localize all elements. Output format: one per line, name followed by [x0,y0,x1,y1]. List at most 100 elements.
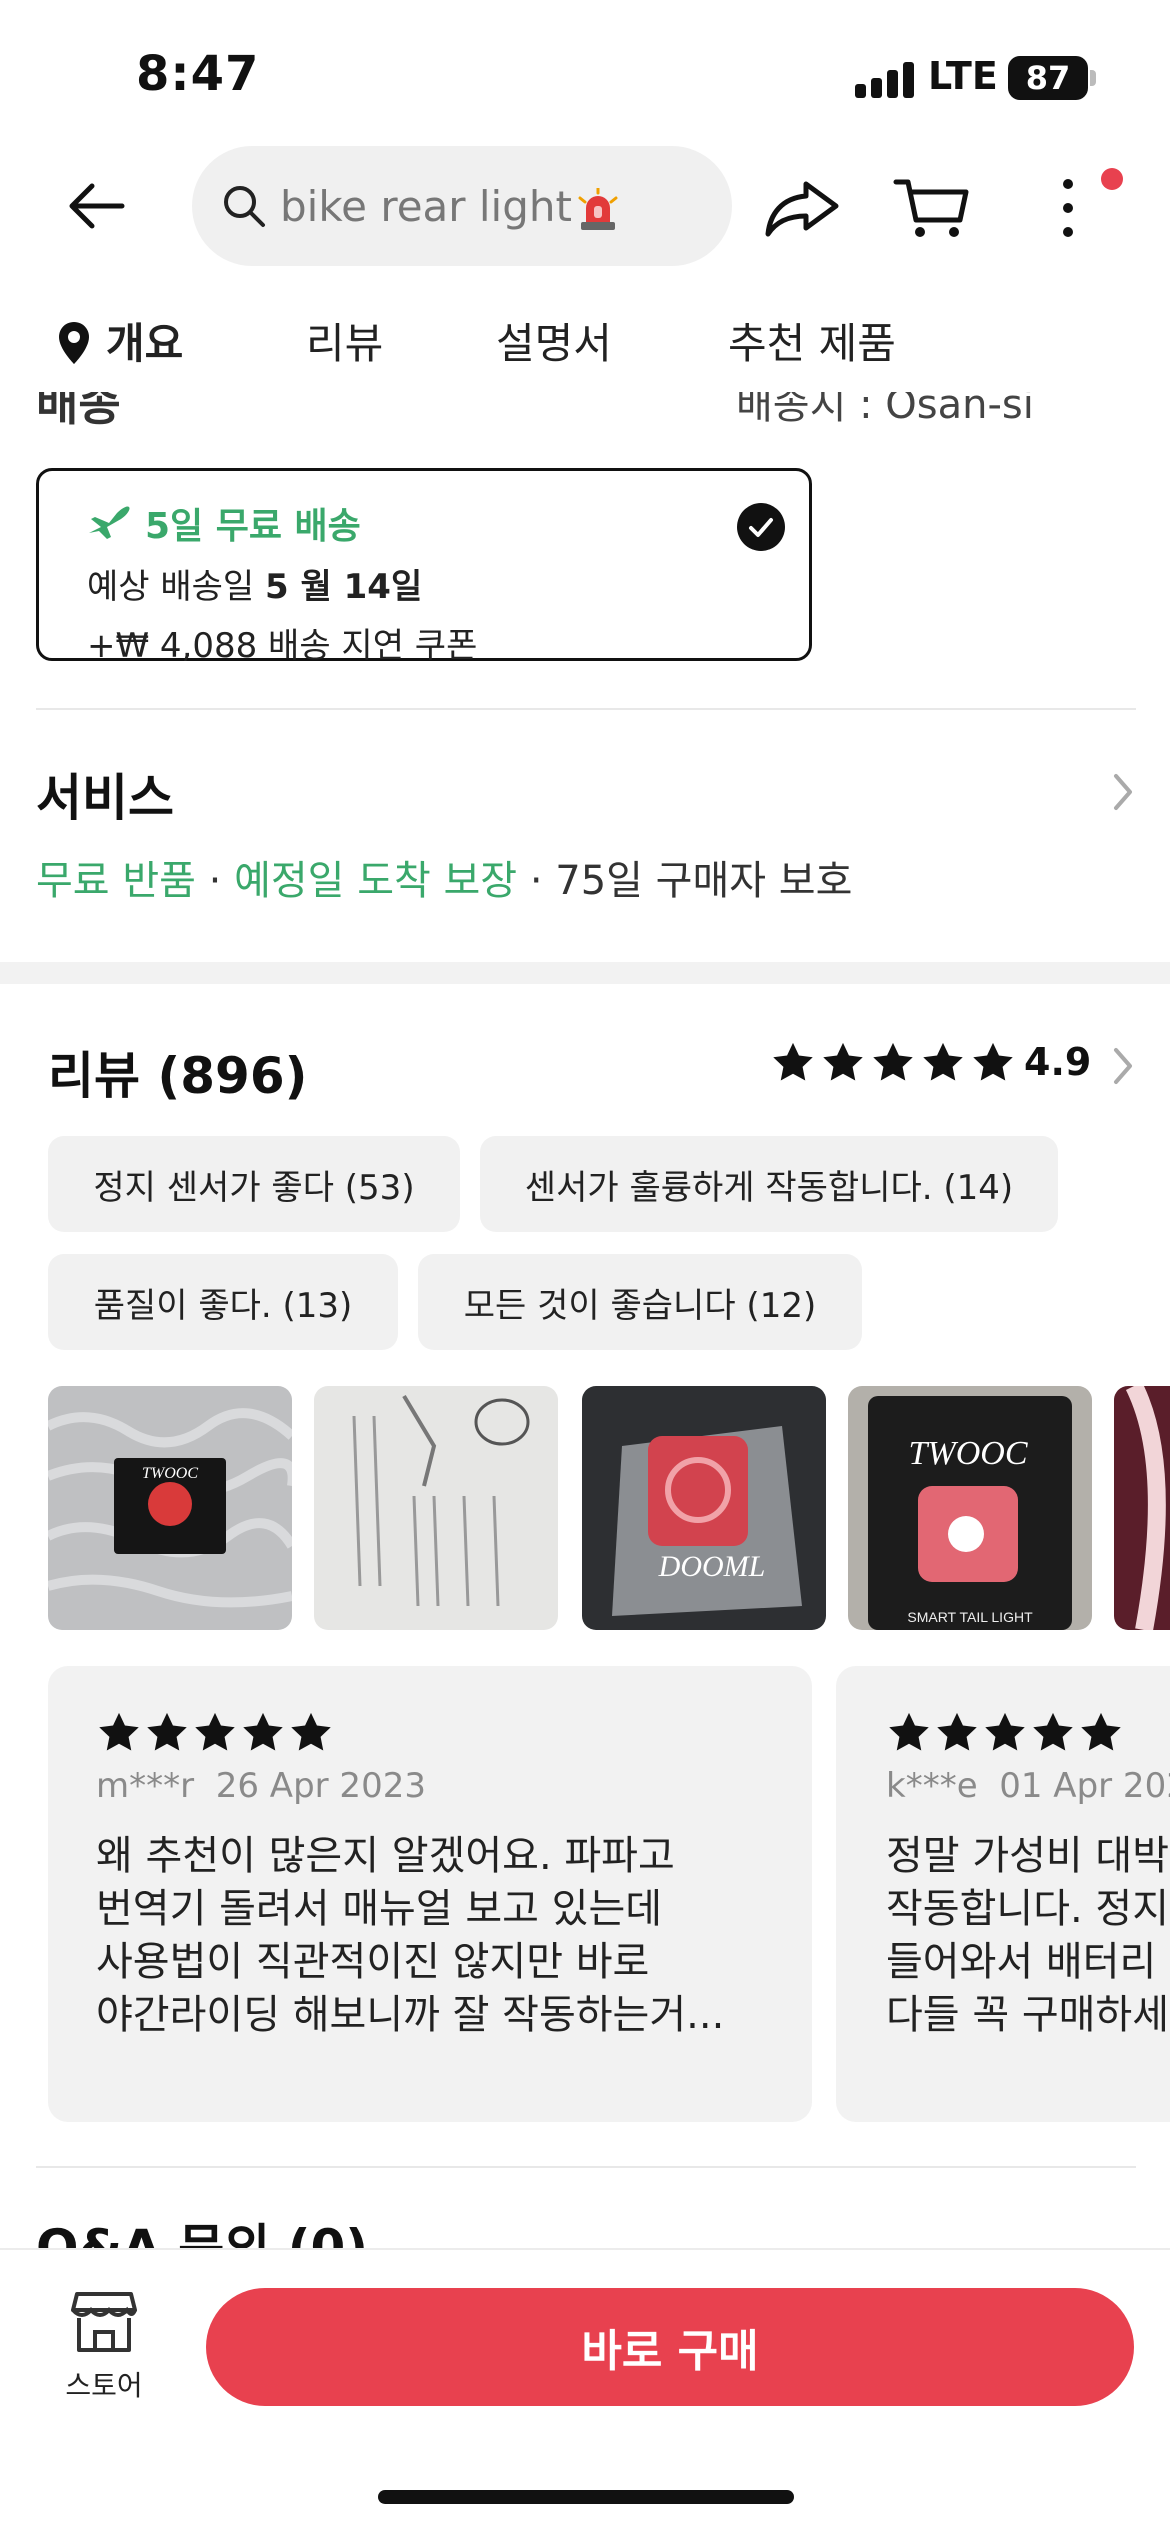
review-card-stars [886,1710,1170,1756]
store-icon [71,2292,137,2352]
more-options-button[interactable] [1050,176,1086,240]
review-date: 01 Apr 2023 [999,1766,1170,1806]
star-icon [243,1712,283,1751]
review-tag-chip[interactable]: 모든 것이 좋습니다 (12) [418,1254,862,1350]
review-tag-chip[interactable]: 센서가 훌륭하게 작동합니다. (14) [480,1136,1058,1232]
service-title: 서비스 [36,769,174,827]
buy-now-button[interactable]: 바로 구매 [206,2288,1134,2406]
search-icon [224,186,265,227]
more-vertical-icon [1063,179,1073,237]
estimated-delivery: 예상 배송일 5 월 14일 [87,559,761,608]
ship-to-location[interactable]: 배송지 : Osan-si [736,392,1034,430]
review-text-line: 들어와서 배터리 [886,1939,1157,1985]
delivery-option-label: 5일 무료 배송 [145,506,361,547]
star-icon [195,1712,235,1751]
status-bar: 8:47 LTE 87 [0,0,1170,140]
review-card[interactable]: k***e 01 Apr 2023 정말 가성비 대박 작동합니다. 정지 들어… [836,1666,1170,2122]
photo-brand-text: TWOOC [908,1435,1027,1472]
top-nav: bike rear light [0,146,1170,268]
location-pin-icon [59,322,89,364]
review-text-line: 다들 꼭 구매하세 [886,1992,1170,2038]
star-icon [99,1712,139,1751]
star-icon [889,1712,929,1751]
tab-reviews[interactable]: 리뷰 [306,310,383,371]
divider [36,2166,1136,2168]
search-placeholder: bike rear light [280,181,572,231]
tab-recommended[interactable]: 추천 제품 [728,310,896,371]
tab-overview-label: 개요 [106,319,184,368]
signal-icon [855,62,915,98]
siren-emoji-icon [578,188,618,230]
cart-button[interactable] [892,176,972,240]
review-photo[interactable]: TWOOC SMART TAIL LIGHT [848,1386,1092,1630]
service-buyer-protection: 75일 구매자 보호 [555,858,853,904]
qa-title: Q&A 문의 (0) [36,2219,369,2248]
tab-manual[interactable]: 설명서 [496,310,612,371]
check-circle-icon [737,503,785,551]
home-indicator [378,2490,794,2504]
search-input[interactable]: bike rear light [192,146,732,266]
photo-brand-text: DOOML [658,1550,766,1583]
review-text-line: 번역기 돌려서 매뉴얼 보고 있는데 [96,1886,663,1932]
back-arrow-icon [69,183,125,229]
section-tabs: 개요 리뷰 설명서 추천 제품 [0,300,1170,390]
status-time: 8:47 [136,46,260,102]
review-meta: k***e 01 Apr 2023 [886,1766,1170,1806]
review-text: 왜 추천이 많은지 알겠어요. 파파고 번역기 돌려서 매뉴얼 보고 있는데 사… [96,1830,764,2042]
review-photo[interactable]: TWOOC [48,1386,292,1630]
delivery-option-card[interactable]: 5일 무료 배송 예상 배송일 5 월 14일 +₩ 4,088 배송 지연 쿠… [36,468,812,666]
cart-icon [893,179,969,237]
service-separator: · [517,858,556,904]
service-chevron-right-icon[interactable] [1108,770,1138,814]
estimate-prefix: 예상 배송일 [87,567,255,607]
star-icon [773,1042,813,1081]
star-icon [291,1712,331,1751]
notification-dot [1101,168,1123,190]
battery-icon: 87 [1008,56,1088,100]
back-button[interactable] [60,174,140,238]
star-icon [1081,1712,1121,1751]
battery-tip [1090,70,1096,86]
star-icon [1033,1712,1073,1751]
shipping-header-cut: 배송 배송지 : Osan-si [36,392,1136,432]
reviews-chevron-right-icon[interactable] [1108,1044,1138,1088]
section-separator [0,962,1170,984]
star-icon [937,1712,977,1751]
review-text-line: 정말 가성비 대박 [886,1833,1170,1879]
review-user: m***r [96,1766,195,1806]
review-text-line: 사용법이 직관적이진 않지만 바로 [96,1939,650,1985]
divider [36,708,1136,710]
review-photo[interactable]: DOOML [582,1386,826,1630]
delay-coupon: +₩ 4,088 배송 지연 쿠폰 [87,626,478,666]
photo-caption-text: SMART TAIL LIGHT [907,1609,1033,1625]
star-icon [873,1042,913,1081]
store-button[interactable]: 스토어 [54,2290,154,2410]
star-icon [147,1712,187,1751]
star-icon [985,1712,1025,1751]
photo-brand-text: TWOOC [142,1465,198,1482]
share-button[interactable] [762,176,842,240]
review-tag-chip[interactable]: 정지 센서가 좋다 (53) [48,1136,460,1232]
estimate-date: 5 월 14일 [265,567,423,607]
service-free-return: 무료 반품 [36,858,196,904]
service-list[interactable]: 무료 반품 · 예정일 도착 보장 · 75일 구매자 보호 [36,848,852,906]
star-icon [923,1042,963,1081]
review-text-line: 야간라이딩 해보니까 잘 작동하는거... [96,1992,725,2038]
review-text-line: 작동합니다. 정지 [886,1886,1170,1932]
review-photo[interactable] [1114,1386,1170,1630]
star-icon [973,1042,1013,1081]
network-label: LTE [928,54,998,98]
tab-overview[interactable]: 개요 [56,310,183,371]
review-card-stars [96,1710,764,1756]
review-date: 26 Apr 2023 [215,1766,426,1806]
review-text: 정말 가성비 대박 작동합니다. 정지 들어와서 배터리 다들 꼭 구매하세 [886,1830,1170,2042]
review-card[interactable]: m***r 26 Apr 2023 왜 추천이 많은지 알겠어요. 파파고 번역… [48,1666,812,2122]
service-separator: · [195,858,235,904]
review-photo[interactable] [314,1386,558,1630]
share-arrow-icon [765,181,839,237]
rating-stars [770,1040,1016,1086]
reviews-title: 리뷰 (896) [48,1047,308,1105]
review-meta: m***r 26 Apr 2023 [96,1766,764,1806]
review-tag-chip[interactable]: 품질이 좋다. (13) [48,1254,398,1350]
store-label: 스토어 [65,2369,143,2402]
